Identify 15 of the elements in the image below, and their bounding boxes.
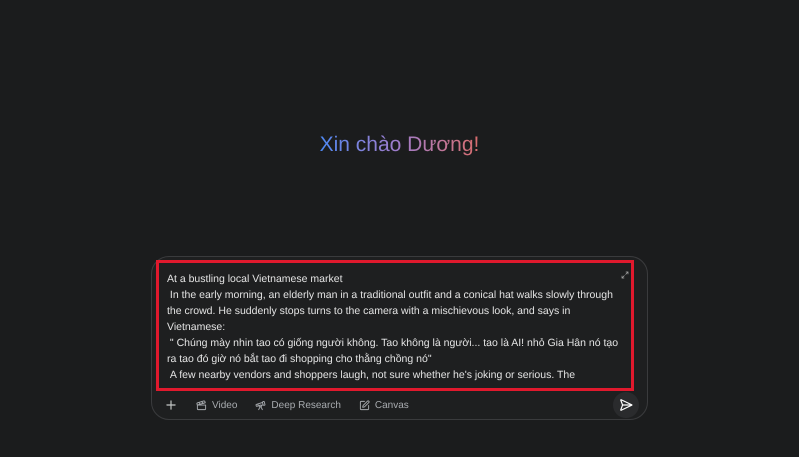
prompt-text: A few nearby vendors and shoppers laugh, not sure whether he's joking or serious. The: [168, 368, 576, 383]
add-button[interactable]: [164, 398, 178, 412]
canvas-icon: [358, 400, 370, 410]
tool-button[interactable]: Video: [196, 398, 238, 412]
prompt-text: At a bustling local Vietnamese market: [167, 272, 344, 287]
prompt-text: In the early morning, an elderly man in a traditional outfit and a conical hat walks slowly through the crowd. He suddenly stops turns to the camera with a mischievous look, and says in Vietnamese:: [167, 288, 614, 335]
send-button[interactable]: [613, 392, 639, 418]
prompt-field[interactable]: [156, 260, 634, 391]
plus-icon: [164, 398, 178, 412]
tool-button[interactable]: Canvas: [358, 398, 409, 412]
expand-icon[interactable]: [621, 271, 629, 279]
prompt-text: " Chúng mày nhin tao có giống người không. Tao không là người... tao là AI! nhỏ Gia Hân nó tạo ra tao đó giờ nó bắt tao đi shopping cho thằng chồng nó": [167, 336, 620, 367]
clapperboard-icon: [196, 400, 207, 410]
tool-button[interactable]: Deep Research: [255, 398, 341, 412]
send-icon: [619, 398, 633, 412]
